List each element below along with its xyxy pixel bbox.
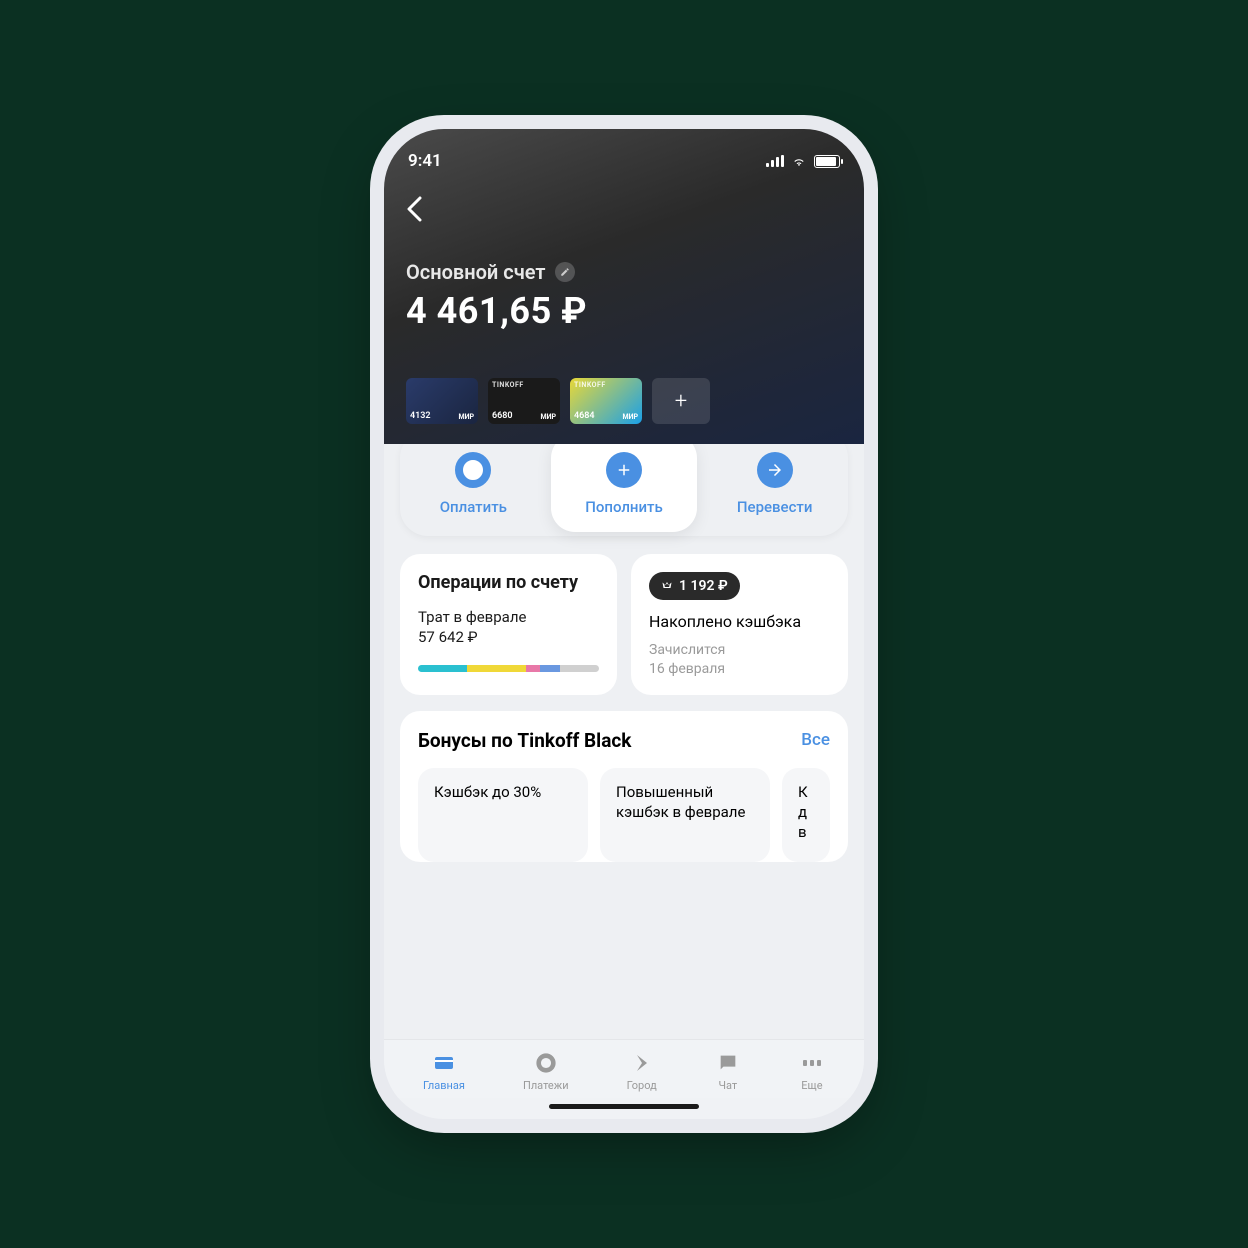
info-row: Операции по счету Трат в феврале 57 642 … [400,554,848,695]
card-system: МИР [622,413,638,421]
card-item[interactable]: TINKOFF 6680 МИР [488,378,560,424]
bonus-card[interactable]: Повышенный кэшбэк в феврале [600,768,770,862]
card-last4: 4132 [410,411,431,421]
card-item[interactable]: 4132 МИР [406,378,478,424]
account-name: Основной счет [406,260,545,284]
cashback-amount: 1 192 ₽ [679,578,728,594]
status-time: 9:41 [408,151,442,171]
cards-row: 4132 МИР TINKOFF 6680 МИР TINKOFF 4684 М… [406,378,842,424]
tab-label: Еще [801,1079,822,1092]
transfer-label: Перевести [737,498,813,516]
battery-icon [814,155,840,168]
operations-card[interactable]: Операции по счету Трат в феврале 57 642 … [400,554,617,695]
cashback-meta: Зачислится 16 февраля [649,641,830,679]
wifi-icon [790,154,808,168]
tab-home[interactable]: Главная [423,1050,465,1092]
content-area: Оплатить Пополнить Перевести Операции по… [384,444,864,1039]
payments-icon [533,1050,559,1076]
phone-frame: 9:41 Основной счет 4 461,65 ₽ 4132 МИР T… [384,129,864,1119]
pay-button[interactable]: Оплатить [400,444,547,536]
account-balance: 4 461,65 ₽ [406,290,842,332]
signal-icon [766,155,784,167]
bonus-card[interactable]: К д в [782,768,830,862]
cashback-badge: 1 192 ₽ [649,572,740,600]
tab-more[interactable]: Еще [799,1050,825,1092]
bonuses-section: Бонусы по Tinkoff Black Все Кэшбэк до 30… [400,711,848,862]
tab-label: Город [627,1079,657,1092]
topup-label: Пополнить [585,498,663,516]
card-system: МИР [458,413,474,421]
card-last4: 6680 [492,411,513,421]
card-brand: TINKOFF [574,381,606,389]
home-icon [431,1050,457,1076]
add-card-button[interactable]: + [652,378,710,424]
cashback-title: Накоплено кэшбэка [649,612,830,633]
card-item[interactable]: TINKOFF 4684 МИР [570,378,642,424]
more-icon [799,1050,825,1076]
operations-title: Операции по счету [418,572,599,595]
screen: 9:41 Основной счет 4 461,65 ₽ 4132 МИР T… [384,129,864,1119]
cashback-card[interactable]: 1 192 ₽ Накоплено кэшбэка Зачислится 16 … [631,554,848,695]
bonuses-all-link[interactable]: Все [801,730,830,750]
tab-bar: Главная Платежи Город Чат Еще [384,1039,864,1098]
pay-label: Оплатить [440,498,507,516]
card-last4: 4684 [574,411,595,421]
card-system: МИР [540,413,556,421]
bonuses-title: Бонусы по Tinkoff Black [418,729,631,752]
bonuses-header: Бонусы по Tinkoff Black Все [418,729,830,752]
city-icon [629,1050,655,1076]
account-name-row: Основной счет [406,260,842,284]
transfer-button[interactable]: Перевести [701,444,848,536]
tab-city[interactable]: Город [627,1050,657,1092]
quick-actions: Оплатить Пополнить Перевести [400,444,848,536]
chat-icon [715,1050,741,1076]
tab-label: Чат [718,1079,737,1092]
home-indicator[interactable] [549,1104,699,1109]
bonus-card[interactable]: Кэшбэк до 30% [418,768,588,862]
tab-label: Главная [423,1079,465,1092]
spending-bar [418,665,599,672]
edit-account-button[interactable] [555,262,575,282]
operations-subtitle: Трат в феврале 57 642 ₽ [418,607,599,648]
pay-icon [455,452,491,488]
tab-chat[interactable]: Чат [715,1050,741,1092]
card-brand: TINKOFF [492,381,524,389]
crown-icon [661,580,673,592]
topup-button[interactable]: Пополнить [551,444,698,532]
plus-icon [606,452,642,488]
back-button[interactable] [406,195,422,230]
tab-label: Платежи [523,1079,569,1092]
tab-payments[interactable]: Платежи [523,1050,569,1092]
account-header: 9:41 Основной счет 4 461,65 ₽ 4132 МИР T… [384,129,864,444]
bonus-cards-row[interactable]: Кэшбэк до 30% Повышенный кэшбэк в феврал… [418,768,830,862]
arrow-right-icon [757,452,793,488]
status-icons [766,154,840,168]
status-bar: 9:41 [406,147,842,185]
